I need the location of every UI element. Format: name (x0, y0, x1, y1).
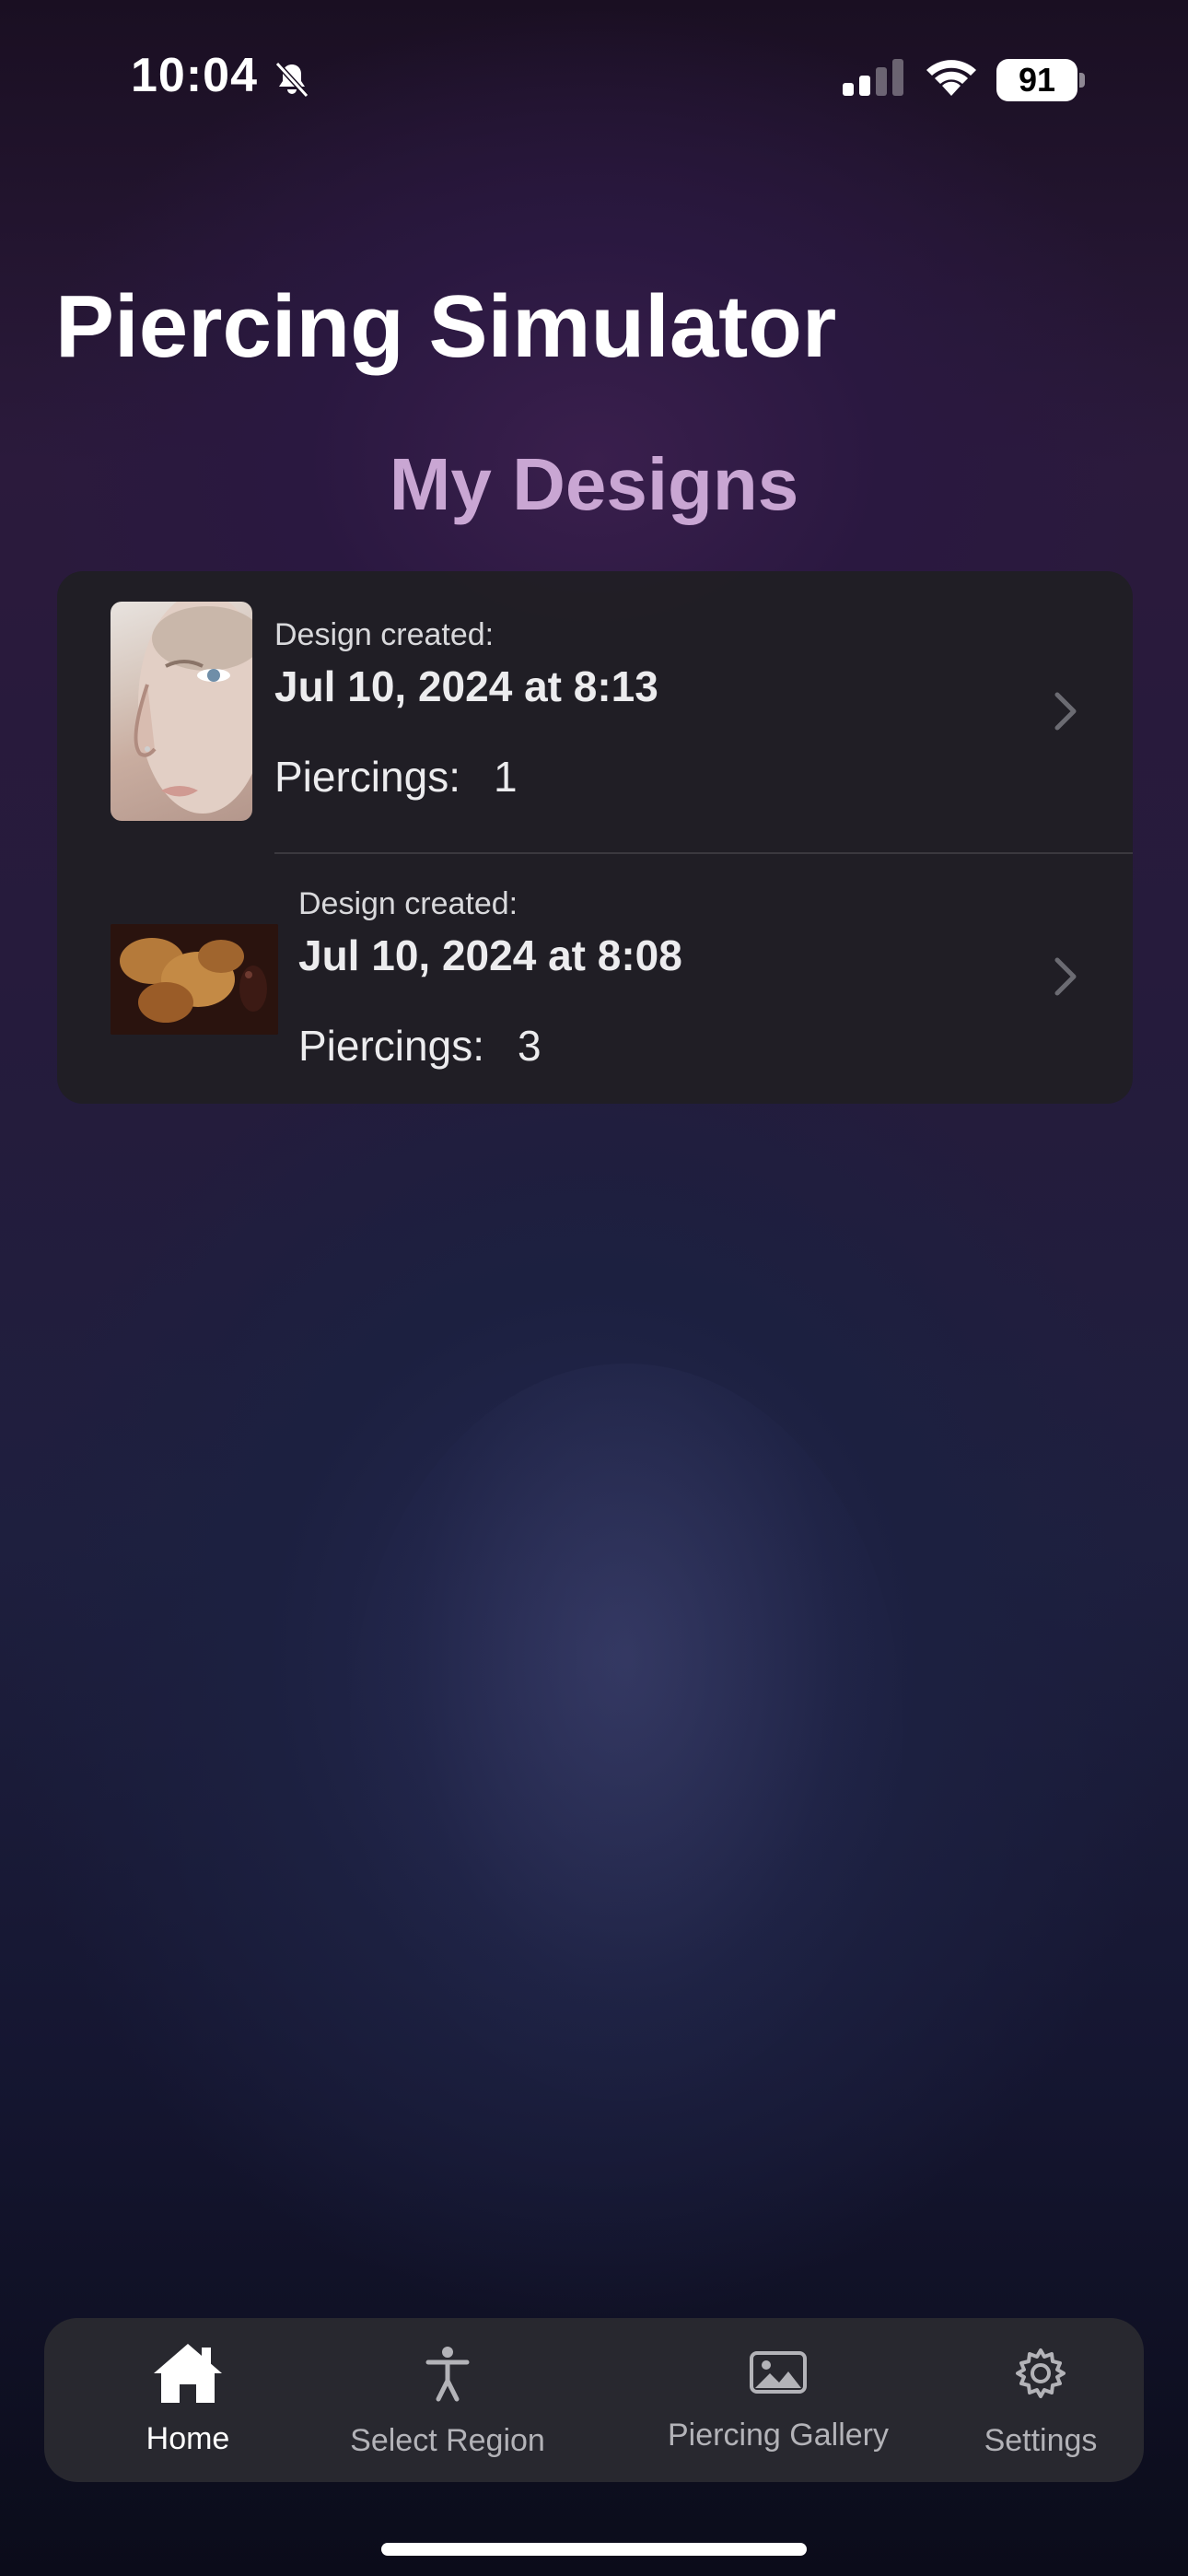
tab-select-region-label: Select Region (350, 2423, 545, 2458)
background-face-image (350, 1364, 903, 2101)
design-created-label: Design created: (274, 617, 495, 652)
wifi-icon (926, 60, 976, 96)
designs-list: Design created: Jul 10, 2024 at 8:13 Pie… (57, 571, 1133, 1104)
chevron-right-icon (1054, 957, 1077, 996)
tab-home-label: Home (146, 2421, 230, 2456)
tab-settings-label: Settings (984, 2423, 1098, 2458)
tab-piercing-gallery[interactable]: Piercing Gallery (600, 2318, 956, 2482)
tab-select-region[interactable]: Select Region (295, 2318, 600, 2482)
app-title: Piercing Simulator (55, 277, 837, 376)
section-title: My Designs (389, 443, 799, 525)
piercings-label: Piercings: (274, 753, 460, 801)
bell-muted-icon (274, 61, 309, 99)
battery-level: 91 (996, 59, 1077, 101)
photo-icon (750, 2351, 807, 2394)
tab-bar: Home Select Region Piercing Gallery Sett… (44, 2318, 1144, 2482)
tab-home[interactable]: Home (81, 2318, 295, 2482)
house-icon (154, 2344, 222, 2403)
design-thumbnail (111, 602, 252, 821)
design-date: Jul 10, 2024 at 8:13 (274, 662, 658, 710)
chevron-right-icon (1054, 692, 1077, 731)
person-icon (425, 2347, 470, 2402)
cellular-signal-icon (843, 59, 903, 96)
leaves-thumbnail-image (111, 924, 278, 1035)
tab-piercing-gallery-label: Piercing Gallery (668, 2418, 889, 2453)
home-indicator (381, 2543, 807, 2556)
gear-icon (1016, 2348, 1066, 2398)
piercings-label: Piercings: (298, 1022, 484, 1070)
design-created-label: Design created: (298, 886, 518, 921)
design-date: Jul 10, 2024 at 8:08 (298, 931, 682, 979)
design-row[interactable]: Design created: Jul 10, 2024 at 8:13 Pie… (57, 571, 1133, 837)
battery-tip (1079, 73, 1085, 88)
status-bar: 10:04 91 (0, 0, 1188, 138)
battery-indicator: 91 (996, 59, 1085, 101)
piercings-count: 3 (518, 1022, 542, 1070)
design-thumbnail (111, 924, 278, 1035)
piercings-count: 1 (494, 753, 518, 801)
face-thumbnail-image (134, 602, 252, 814)
status-time: 10:04 (131, 49, 258, 102)
tab-settings[interactable]: Settings (956, 2318, 1125, 2482)
